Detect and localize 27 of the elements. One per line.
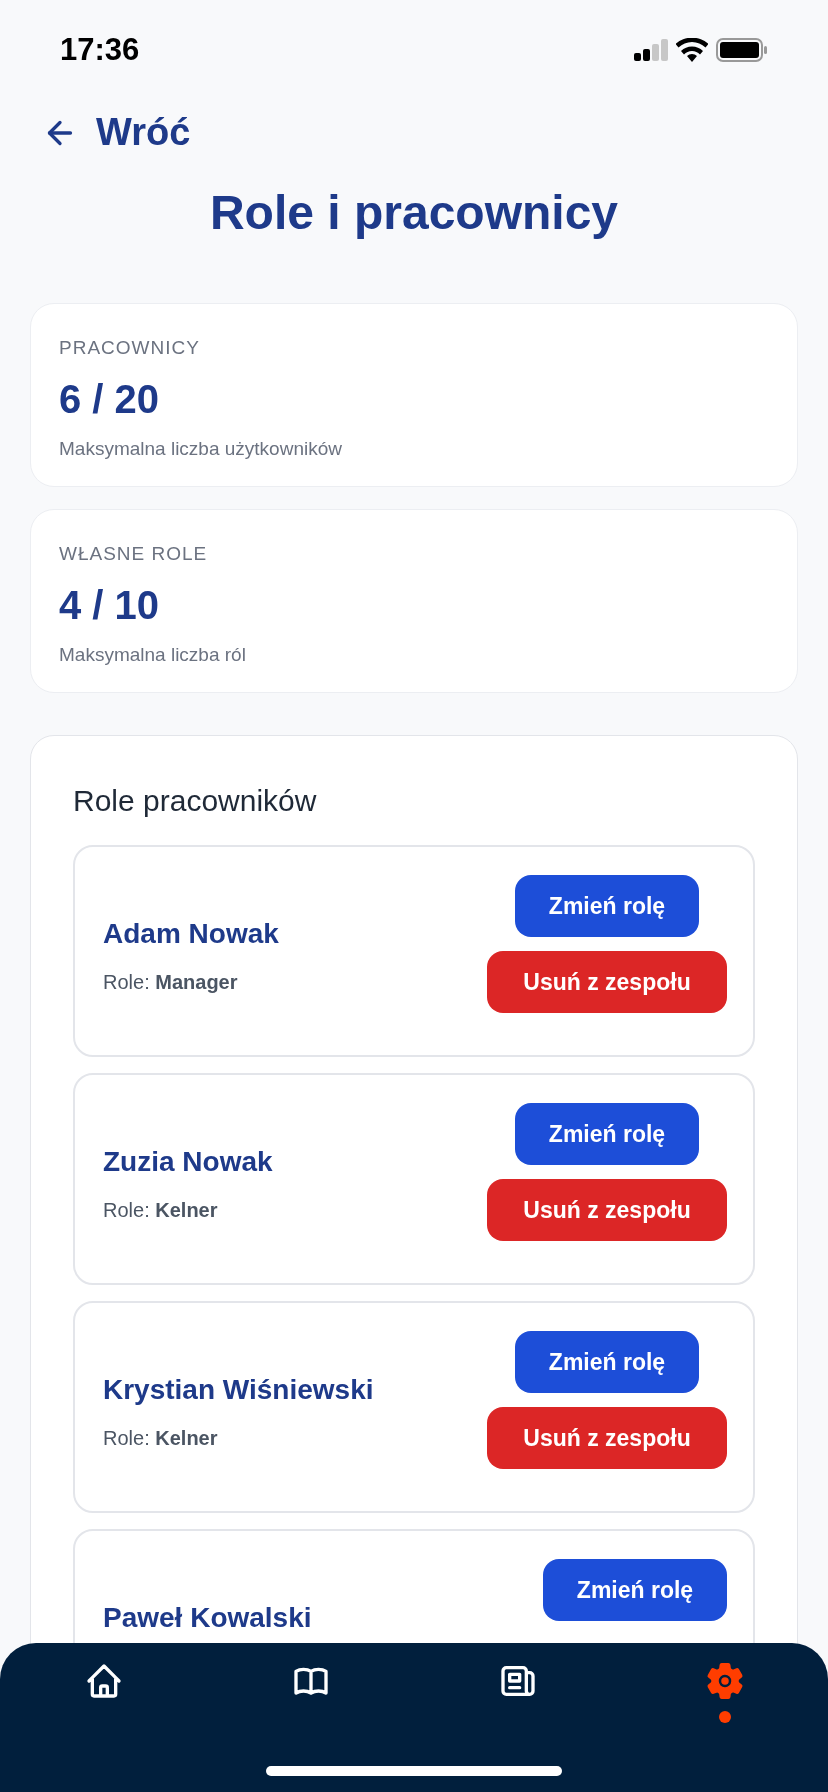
employee-role: Role: Kelner bbox=[103, 1198, 219, 1223]
change-role-button[interactable]: Zmień rolę bbox=[515, 1103, 699, 1165]
employee-name: Zuzia Nowak bbox=[103, 1145, 273, 1179]
stat-caption: Maksymalna liczba ról bbox=[59, 642, 247, 667]
stat-label: PRACOWNICY bbox=[59, 336, 201, 360]
signal-icon bbox=[634, 39, 668, 61]
page-title: Role i pracownicy bbox=[208, 185, 620, 241]
status-time: 17:36 bbox=[60, 30, 140, 69]
employee-name: Krystian Wiśniewski bbox=[103, 1373, 374, 1407]
remove-button[interactable]: Usuń z zespołu bbox=[487, 1179, 727, 1241]
stat-value: 6 / 20 bbox=[59, 375, 161, 423]
employee-name: Adam Nowak bbox=[103, 917, 279, 951]
remove-button[interactable]: Usuń z zespołu bbox=[487, 951, 727, 1013]
change-role-button[interactable]: Zmień rolę bbox=[515, 875, 699, 937]
remove-button[interactable]: Usuń z zespołu bbox=[487, 1407, 727, 1469]
employee-role: Role: Kelner bbox=[103, 1426, 219, 1451]
stat-caption: Maksymalna liczba użytkowników bbox=[59, 436, 343, 461]
change-role-button[interactable]: Zmień rolę bbox=[515, 1331, 699, 1393]
wifi-icon bbox=[676, 38, 708, 62]
back-button[interactable]: Wróć bbox=[42, 104, 191, 161]
panel-heading: Role pracowników bbox=[73, 783, 318, 819]
stat-value: 4 / 10 bbox=[59, 581, 161, 629]
stat-label: WŁASNE ROLE bbox=[59, 542, 209, 566]
employee-name: Paweł Kowalski bbox=[103, 1601, 312, 1635]
battery-icon bbox=[716, 38, 768, 62]
employee-role: Role: Manager bbox=[103, 970, 239, 995]
change-role-button[interactable]: Zmień rolę bbox=[543, 1559, 727, 1621]
